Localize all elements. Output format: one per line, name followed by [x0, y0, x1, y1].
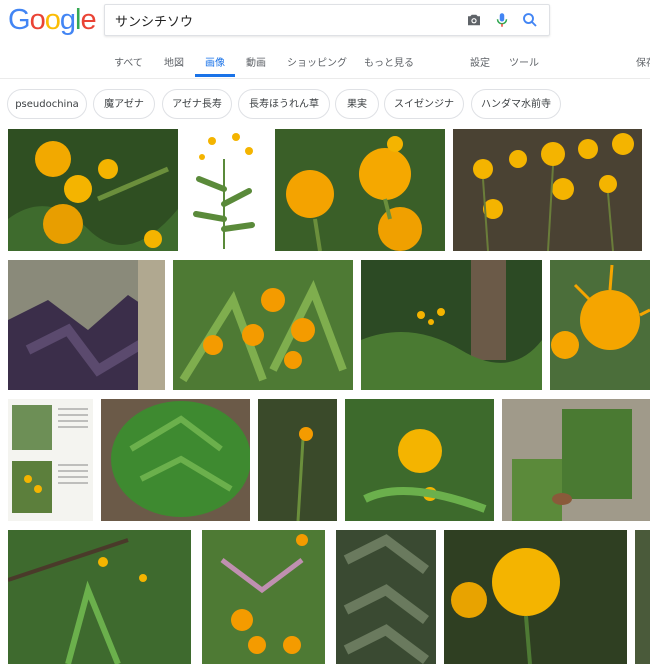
search-input[interactable]: [115, 10, 445, 30]
tab-safesearch[interactable]: 保存: [636, 54, 650, 69]
tab-more[interactable]: もっと見る: [364, 54, 414, 69]
image-result-partial[interactable]: [635, 530, 650, 664]
chip-ma-azena[interactable]: 魔アゼナ: [93, 89, 155, 119]
image-result-many-flowers[interactable]: [453, 129, 642, 251]
header: Google すべて 地図 画像 動画 ショッピング もっと見る 設定 ツール …: [0, 0, 650, 79]
tab-settings[interactable]: 設定: [470, 54, 490, 69]
search-tabs: すべて 地図 画像 動画 ショッピング もっと見る 設定 ツール 保存: [0, 46, 650, 78]
chip-suizenjina[interactable]: スイゼンジナ: [384, 89, 464, 119]
tab-videos[interactable]: 動画: [246, 54, 266, 69]
tab-tools[interactable]: ツール: [509, 54, 539, 69]
active-tab-indicator: [195, 74, 235, 77]
image-result-flowers-closeup[interactable]: [8, 129, 178, 251]
image-result-illustration[interactable]: [184, 129, 270, 251]
tab-shopping[interactable]: ショッピング: [287, 54, 347, 69]
google-logo[interactable]: Google: [8, 4, 97, 37]
image-result-big-yellow-flower[interactable]: [444, 530, 627, 664]
camera-icon[interactable]: [465, 11, 483, 29]
logo-letter: o: [29, 4, 46, 36]
image-result-garden[interactable]: [502, 399, 650, 521]
tab-all[interactable]: すべて: [114, 54, 143, 69]
image-result-yellow-flower[interactable]: [345, 399, 494, 521]
logo-letter: e: [80, 4, 96, 36]
microphone-icon[interactable]: [493, 11, 511, 29]
chip-azena-choju[interactable]: アゼナ長寿: [162, 89, 232, 119]
search-box[interactable]: [104, 4, 550, 36]
image-result-single-flower[interactable]: [258, 399, 337, 521]
tab-maps[interactable]: 地図: [164, 54, 184, 69]
logo-letter: o: [44, 4, 61, 36]
search-icon[interactable]: [521, 11, 539, 29]
tab-images[interactable]: 画像: [205, 54, 225, 69]
image-result-book-page[interactable]: [8, 399, 93, 521]
image-result-spiky-flower[interactable]: [550, 260, 650, 390]
chip-pseudochina[interactable]: pseudochina: [7, 89, 87, 119]
image-result-dark-leaves[interactable]: [336, 530, 436, 664]
chip-handama-suizenji[interactable]: ハンダマ水前寺: [471, 89, 561, 119]
image-result-branches[interactable]: [8, 530, 191, 664]
image-result-buds[interactable]: [202, 530, 325, 664]
image-result-orange-flowers[interactable]: [275, 129, 445, 251]
image-result-forest[interactable]: [361, 260, 542, 390]
image-result-leaves-flowers[interactable]: [173, 260, 353, 390]
logo-letter: g: [59, 4, 76, 36]
chip-kajitsu[interactable]: 果実: [335, 89, 379, 119]
chip-choju-hourensou[interactable]: 長寿ほうれん草: [238, 89, 330, 119]
image-result-purple-leaves[interactable]: [8, 260, 165, 390]
image-result-green-bush[interactable]: [101, 399, 250, 521]
logo-letter: G: [8, 4, 31, 36]
